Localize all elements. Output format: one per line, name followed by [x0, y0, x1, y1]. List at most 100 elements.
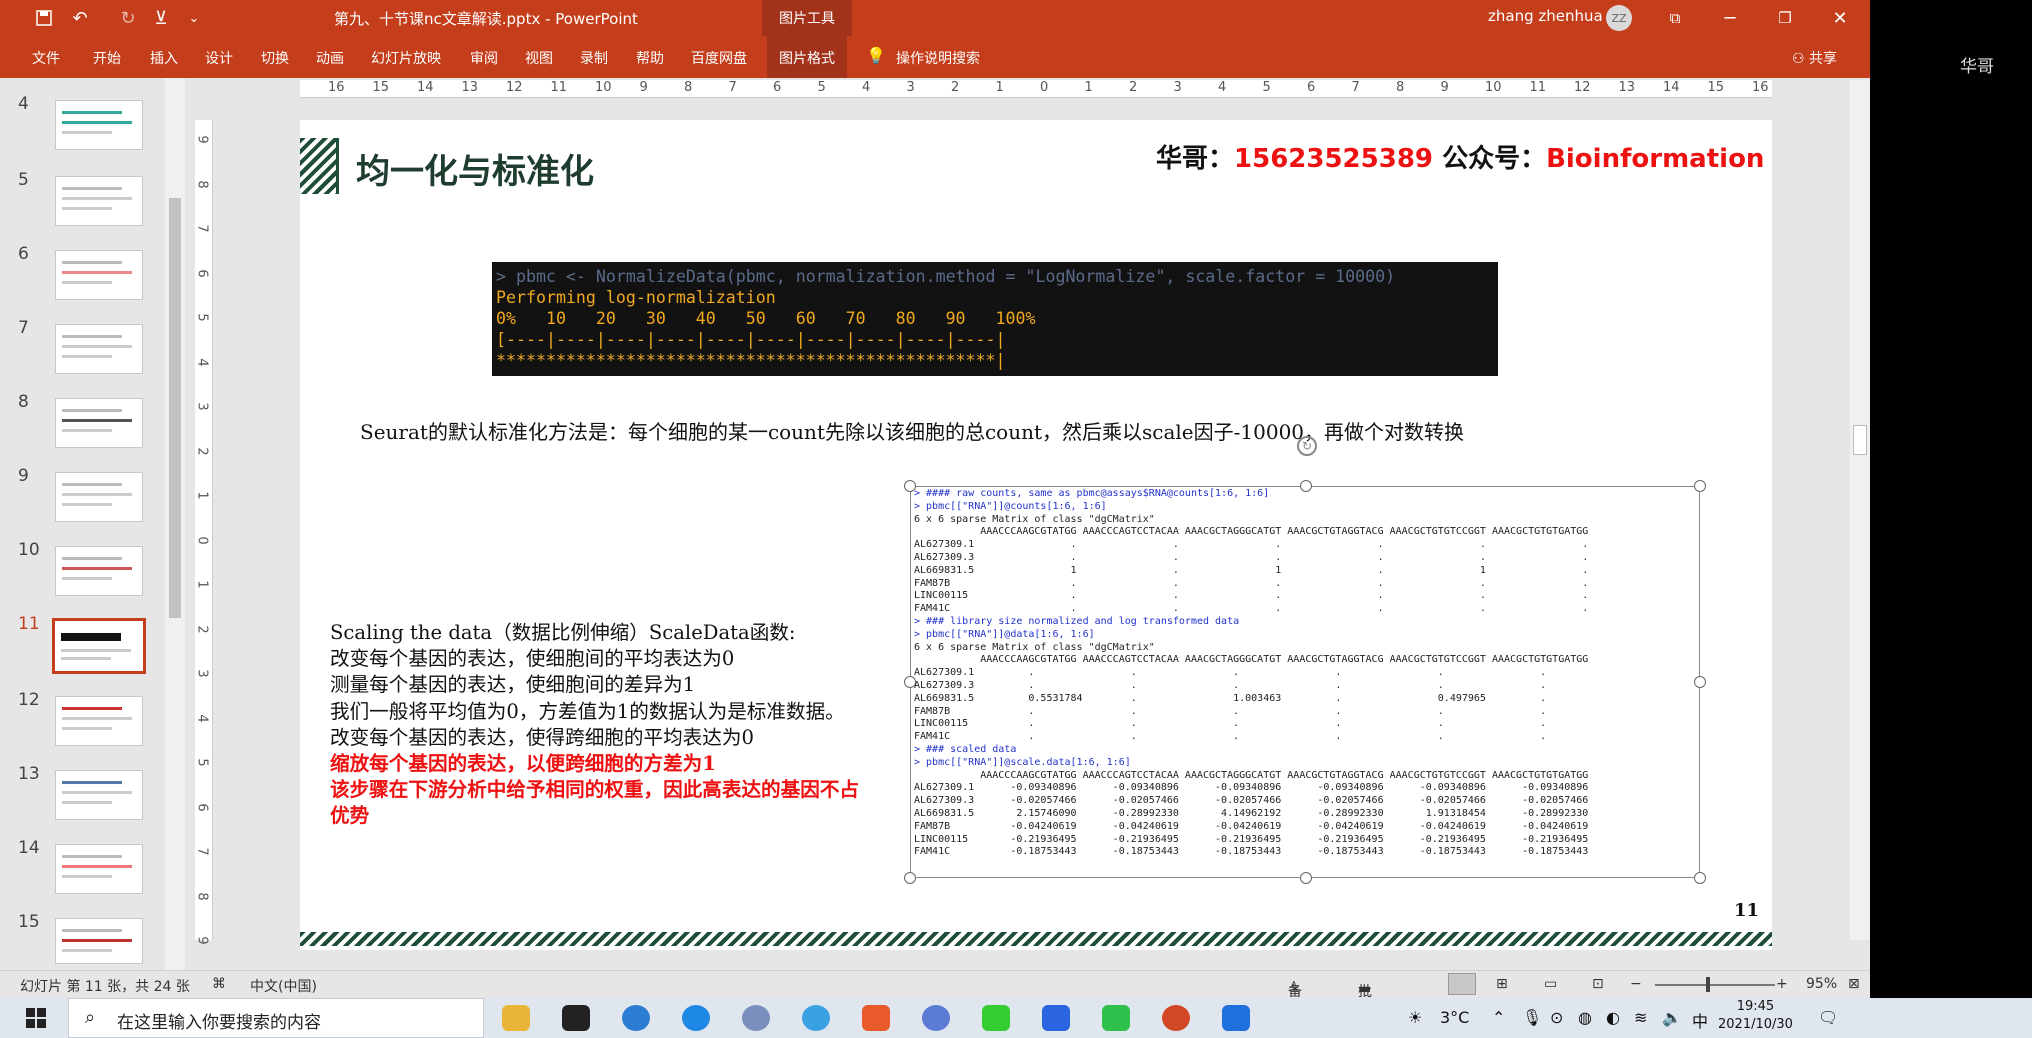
presenter-icon[interactable]: ⊻: [145, 0, 177, 36]
zoom-slider[interactable]: [1655, 984, 1775, 986]
slide-thumbnail[interactable]: [55, 918, 143, 964]
weather-icon[interactable]: ☀: [1408, 1008, 1422, 1027]
tab-picture-format[interactable]: 图片格式: [767, 36, 847, 78]
wifi-icon[interactable]: ≋: [1634, 1008, 1647, 1027]
tab-design[interactable]: 设计: [205, 48, 233, 68]
slide-thumbnail[interactable]: [55, 844, 143, 894]
temperature[interactable]: 3°C: [1440, 1008, 1469, 1027]
slide-thumbnail[interactable]: [55, 176, 143, 226]
slide-thumbnail-current[interactable]: [52, 618, 146, 674]
resize-handle[interactable]: [904, 480, 916, 492]
wechat-work-icon[interactable]: [982, 1005, 1010, 1031]
fit-slide-icon[interactable]: ⊠: [1848, 976, 1860, 992]
language-status[interactable]: 中文(中国): [250, 976, 317, 996]
app-icon[interactable]: [862, 1005, 890, 1031]
clock[interactable]: 19:45 2021/10/30: [1718, 998, 1793, 1034]
powerpoint-icon[interactable]: [1162, 1005, 1190, 1031]
slide-sorter-icon[interactable]: ⊞: [1496, 976, 1508, 992]
tab-home[interactable]: 开始: [93, 48, 121, 68]
resize-handle[interactable]: [1694, 872, 1706, 884]
slide-thumbnail[interactable]: [55, 696, 143, 746]
slide-thumbnail[interactable]: [55, 398, 143, 448]
tab-animations[interactable]: 动画: [316, 48, 344, 68]
accessibility-icon[interactable]: ⌘: [212, 976, 226, 992]
restore-button[interactable]: ❐: [1760, 0, 1810, 36]
resize-handle[interactable]: [1694, 676, 1706, 688]
slide-thumbnail[interactable]: [55, 324, 143, 374]
tray-expand-icon[interactable]: ⌃: [1492, 1008, 1505, 1027]
slide-info[interactable]: 幻灯片 第 11 张，共 24 张: [20, 976, 190, 996]
slide-thumbnail[interactable]: [55, 250, 143, 300]
slide-scrollbar[interactable]: [1850, 80, 1870, 940]
customize-quick-access-icon[interactable]: ⌄: [178, 0, 210, 36]
minimize-button[interactable]: ─: [1705, 0, 1755, 36]
slide-thumbnail[interactable]: [55, 770, 143, 820]
save-icon[interactable]: [28, 0, 60, 36]
slide-thumbnail[interactable]: [55, 546, 143, 596]
ime-indicator[interactable]: 中: [1692, 1008, 1708, 1032]
close-button[interactable]: ✕: [1815, 0, 1865, 36]
rotate-handle-icon[interactable]: ↻: [1297, 436, 1317, 456]
microphone-icon[interactable]: 🎙: [1522, 1008, 1542, 1027]
tab-review[interactable]: 审阅: [470, 48, 498, 68]
tray-app-icon[interactable]: ◍: [1578, 1008, 1592, 1027]
resize-handle[interactable]: [1694, 480, 1706, 492]
slide-thumbnail[interactable]: [55, 472, 143, 522]
code-line: [----|----|----|----|----|----|----|----…: [496, 330, 1006, 349]
security-icon[interactable]: [1042, 1005, 1070, 1031]
user-name[interactable]: zhang zhenhua: [1488, 7, 1603, 25]
reading-view-icon[interactable]: ▭: [1544, 976, 1557, 992]
avatar[interactable]: ZZ: [1606, 5, 1632, 31]
zoom-level[interactable]: 95%: [1806, 976, 1837, 992]
tab-baidu-netdisk[interactable]: 百度网盘: [691, 48, 747, 68]
tab-slideshow[interactable]: 幻灯片放映: [371, 48, 441, 68]
tray-app-icon[interactable]: ◐: [1606, 1008, 1620, 1027]
file-explorer-icon[interactable]: [502, 1005, 530, 1031]
zoom-in-button[interactable]: +: [1776, 976, 1788, 992]
thumbnails-scrollbar[interactable]: [165, 78, 185, 970]
picture-tools-label: 图片工具: [762, 0, 852, 36]
tell-me-search[interactable]: 操作说明搜索: [896, 48, 980, 68]
resize-handle[interactable]: [904, 872, 916, 884]
terminal-icon[interactable]: [562, 1005, 590, 1031]
tab-transitions[interactable]: 切换: [261, 48, 289, 68]
wechat-icon[interactable]: [1102, 1005, 1130, 1031]
slide-canvas[interactable]: 均一化与标准化 华哥：15623525389 公众号：Bioinformatio…: [300, 120, 1772, 950]
slide-thumbnail[interactable]: [55, 100, 143, 150]
person-icon: ⚇: [1792, 51, 1810, 67]
resize-handle[interactable]: [1300, 872, 1312, 884]
scrollbar-thumb[interactable]: [1853, 425, 1867, 455]
tab-file[interactable]: 文件: [32, 48, 60, 68]
edge-icon[interactable]: [622, 1005, 650, 1031]
lightbulb-icon: 💡: [866, 46, 886, 65]
resize-handle[interactable]: [1300, 480, 1312, 492]
r-app-icon[interactable]: [742, 1005, 770, 1031]
scrollbar-thumb[interactable]: [169, 198, 181, 618]
normalize-code-screenshot[interactable]: > pbmc <- NormalizeData(pbmc, normalizat…: [492, 262, 1498, 376]
contact-info[interactable]: 华哥：15623525389 公众号：Bioinformation: [1156, 138, 1764, 175]
tab-help[interactable]: 帮助: [636, 48, 664, 68]
ie-icon[interactable]: [802, 1005, 830, 1031]
browser-icon[interactable]: [682, 1005, 710, 1031]
ribbon-display-options-icon[interactable]: ⧉: [1650, 0, 1700, 36]
undo-icon[interactable]: ↶: [64, 0, 96, 36]
tab-insert[interactable]: 插入: [150, 48, 178, 68]
slideshow-icon[interactable]: ⊡: [1592, 976, 1604, 992]
zoom-out-button[interactable]: −: [1630, 976, 1642, 992]
redo-icon[interactable]: ↻: [112, 0, 144, 36]
windows-start-icon[interactable]: [26, 1008, 46, 1028]
tab-record[interactable]: 录制: [580, 48, 608, 68]
tray-app-icon[interactable]: ⊙: [1550, 1008, 1563, 1027]
volume-icon[interactable]: 🔈: [1662, 1008, 1682, 1027]
zoom-slider-knob[interactable]: [1706, 977, 1710, 992]
share-button[interactable]: ⚇ 共享: [1792, 48, 1837, 68]
slide-title[interactable]: 均一化与标准化: [356, 144, 594, 193]
resize-handle[interactable]: [904, 676, 916, 688]
taskbar-search-box[interactable]: ⌕ 在这里输入你要搜索的内容: [68, 998, 484, 1038]
scaling-textbox[interactable]: Scaling the data（数据比例伸缩）ScaleData函数: 改变每…: [330, 620, 870, 830]
photos-icon[interactable]: [1222, 1005, 1250, 1031]
tab-view[interactable]: 视图: [525, 48, 553, 68]
normal-view-icon[interactable]: [1448, 973, 1476, 995]
notifications-icon[interactable]: 🗨: [1818, 1008, 1838, 1027]
app-icon[interactable]: [922, 1005, 950, 1031]
